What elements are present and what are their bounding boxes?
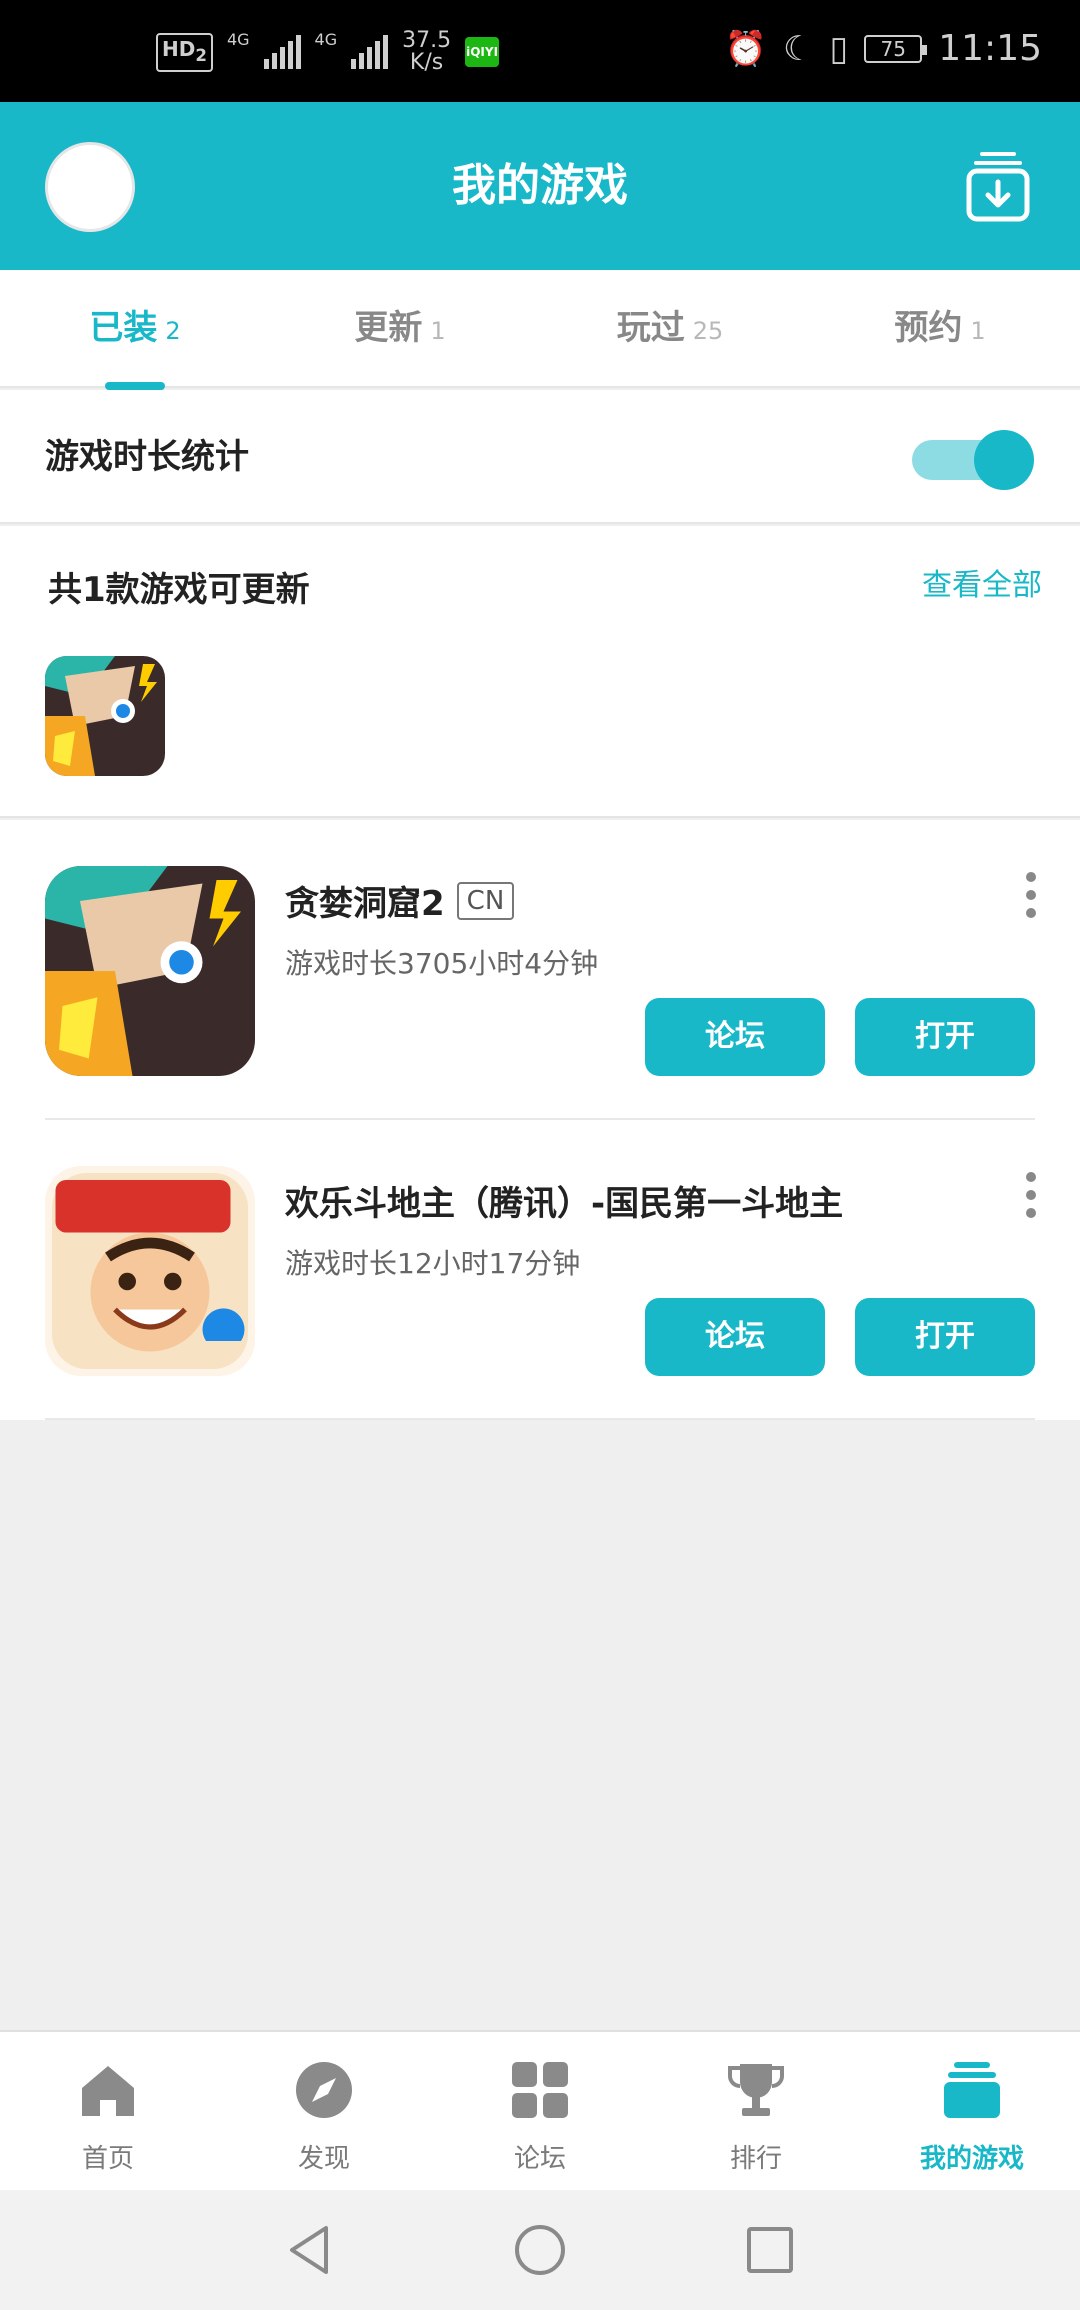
moon-icon: ☾ [783,28,814,69]
tab-update[interactable]: 更新 1 [300,270,500,386]
vibrate-icon: ▯ [829,28,849,69]
playtime-stats-label: 游戏时长统计 [45,437,249,477]
game-name: 贪婪洞窟2 CN [285,876,515,925]
more-options-icon[interactable] [1026,872,1038,922]
iqiyi-icon: iQIYI [465,37,500,67]
hd-indicator: HD2 [156,32,213,72]
compass-icon [296,2062,352,2118]
tab-played[interactable]: 玩过 25 [570,270,770,386]
bottom-nav: 首页 发现 论坛 排行 我的游戏 [0,2030,1080,2190]
nav-label: 我的游戏 [919,2144,1024,2174]
nav-ranking[interactable]: 排行 [648,2032,864,2192]
grid-icon [512,2062,568,2118]
region-tag: CN [456,881,515,920]
game-playtime: 游戏时长3705小时4分钟 [285,947,599,980]
update-game-icon[interactable] [45,656,165,776]
game-icon-greedy-cave-2[interactable] [45,866,255,1076]
nav-home[interactable]: 首页 [0,2032,216,2192]
nav-label: 首页 [81,2144,134,2174]
updates-title: 共1款游戏可更新 [48,570,310,610]
recents-icon[interactable] [740,2220,800,2280]
playtime-stats-row: 游戏时长统计 [0,390,1080,524]
tab-bar: 已装 2 更新 1 玩过 25 预约 1 [0,270,1080,390]
trophy-icon [728,2064,784,2116]
status-bar: HD2 4G 4G 37.5 K/s iQIYI ⏰ ☾ ▯ 75 11:15 [0,0,1080,102]
stack-icon [944,2062,1000,2118]
nav-label: 论坛 [513,2144,566,2174]
updates-section: 共1款游戏可更新 查看全部 [0,526,1080,818]
installed-games-list: 贪婪洞窟2 CN 游戏时长3705小时4分钟 论坛 打开 欢乐斗地主（腾讯）-国… [0,820,1080,1420]
game-row: 贪婪洞窟2 CN 游戏时长3705小时4分钟 论坛 打开 [0,820,1080,1120]
home-icon [82,2066,134,2116]
signal-icon-2 [351,35,389,69]
game-playtime: 游戏时长12小时17分钟 [285,1247,581,1280]
tab-reserved[interactable]: 预约 1 [840,270,1040,386]
page-title: 我的游戏 [452,160,628,211]
game-icon-happy-landlord[interactable] [45,1166,255,1376]
view-all-link[interactable]: 查看全部 [922,560,1042,604]
playtime-stats-toggle[interactable] [912,430,1034,490]
nav-forum[interactable]: 论坛 [432,2032,648,2192]
sim2-label: 4G [314,30,338,49]
forum-button[interactable]: 论坛 [645,998,825,1076]
clock: 11:15 [938,28,1042,69]
game-row: 欢乐斗地主（腾讯）-国民第一斗地主 游戏时长12小时17分钟 论坛 打开 [0,1120,1080,1420]
nav-discover[interactable]: 发现 [216,2032,432,2192]
alarm-icon: ⏰ [724,28,768,69]
app-header: 我的游戏 [0,102,1080,270]
open-button[interactable]: 打开 [855,998,1035,1076]
nav-label: 排行 [729,2144,782,2174]
system-nav-bar [0,2190,1080,2310]
more-options-icon[interactable] [1026,1172,1038,1222]
divider [45,1418,1035,1420]
battery-icon: 75 [864,34,928,63]
nav-my-games[interactable]: 我的游戏 [864,2032,1080,2192]
back-icon[interactable] [280,2220,340,2280]
game-name: 欢乐斗地主（腾讯）-国民第一斗地主 [285,1184,844,1224]
home-circle-icon[interactable] [510,2220,570,2280]
tab-installed[interactable]: 已装 2 [35,270,235,386]
net-speed: 37.5 K/s [402,28,452,75]
tab-indicator [105,382,165,390]
signal-icon [263,35,301,69]
sim1-label: 4G [226,30,250,49]
open-button[interactable]: 打开 [855,1298,1035,1376]
forum-button[interactable]: 论坛 [645,1298,825,1376]
nav-label: 发现 [297,2144,350,2174]
download-manager-icon[interactable] [966,150,1030,222]
